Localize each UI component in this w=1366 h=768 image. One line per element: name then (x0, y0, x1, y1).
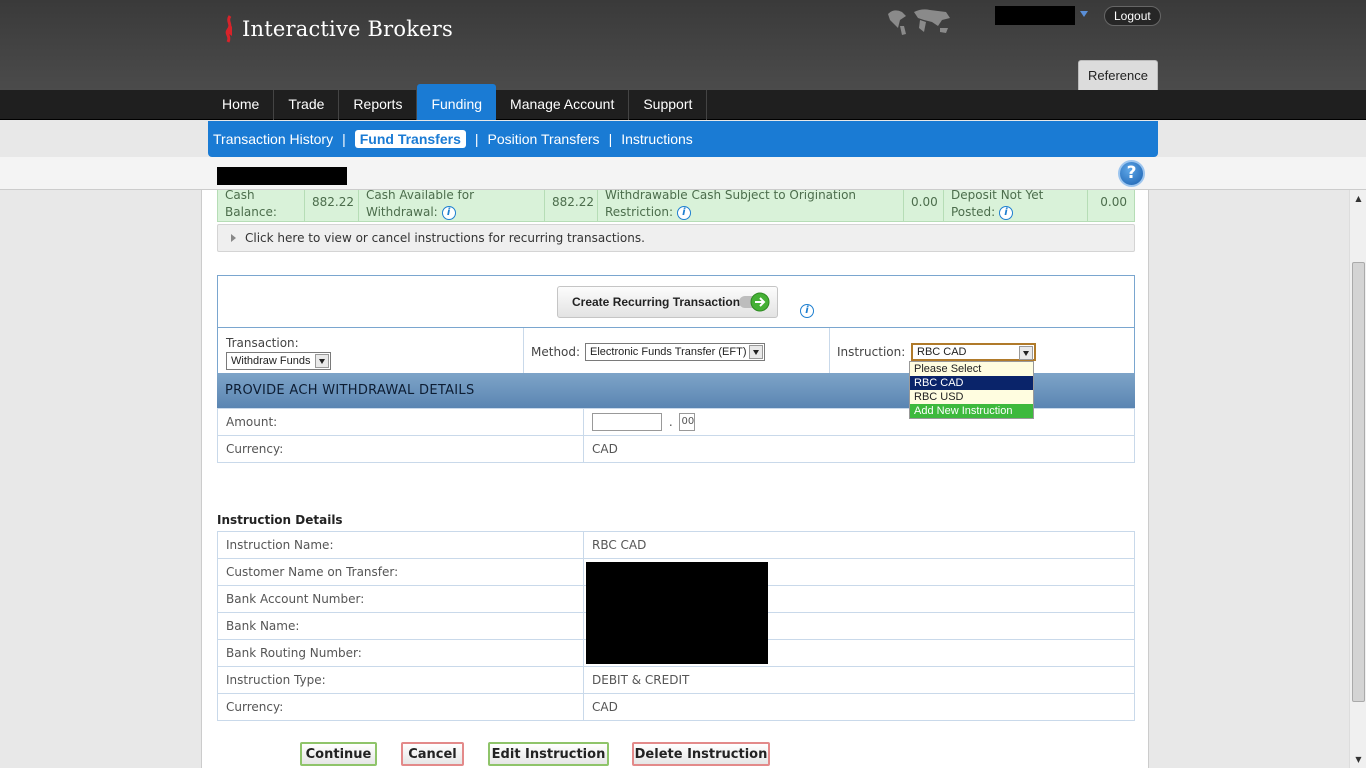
method-select[interactable]: Electronic Funds Transfer (EFT) (585, 343, 765, 361)
row-label: Bank Routing Number: (217, 639, 584, 667)
dropdown-option-rbc-cad[interactable]: RBC CAD (910, 376, 1033, 390)
subnav-separator: | (608, 131, 613, 147)
recurring-instructions-link[interactable]: Click here to view or cancel instruction… (217, 224, 1135, 252)
main-content: Cash Balance: 882.22 Cash Available for Wi… (201, 190, 1149, 768)
toggle-arrow-icon (739, 292, 770, 312)
cash-balance-label: Cash Balance: (218, 190, 305, 221)
chevron-down-icon (749, 345, 763, 359)
amount-input[interactable] (592, 413, 662, 431)
info-icon[interactable]: i (441, 205, 456, 220)
brand-name: Interactive Brokers (242, 17, 454, 41)
nav-support[interactable]: Support (629, 90, 708, 120)
row-label: Customer Name on Transfer: (217, 558, 584, 586)
info-icon[interactable]: i (800, 304, 814, 318)
world-map-icon[interactable] (884, 6, 954, 36)
transaction-cell: Transaction: Withdraw Funds (218, 328, 524, 373)
main-nav: Home Trade Reports Funding Manage Accoun… (0, 84, 1366, 120)
transaction-label: Transaction: (226, 336, 299, 350)
instruction-label: Instruction: (837, 345, 906, 359)
redacted-account-id (217, 167, 347, 185)
nav-funding[interactable]: Funding (417, 84, 497, 120)
instruction-select[interactable]: RBC CAD (911, 343, 1036, 361)
cash-balance-value: 882.22 (305, 190, 359, 221)
transaction-select[interactable]: Withdraw Funds (226, 352, 331, 370)
table-row: Currency: CAD (217, 693, 1135, 721)
cash-available-label: Cash Available for Withdrawal: i (359, 190, 545, 221)
deposit-not-posted-label: Deposit Not Yet Posted: i (944, 190, 1088, 221)
nav-manage-account[interactable]: Manage Account (496, 90, 630, 120)
cents-input[interactable]: 00 (679, 413, 696, 431)
logout-button[interactable]: Logout (1104, 6, 1161, 26)
account-dropdown-icon[interactable] (1080, 11, 1088, 17)
table-row: Instruction Type: DEBIT & CREDIT (217, 666, 1135, 694)
row-label: Bank Account Number: (217, 585, 584, 613)
top-header: Interactive Brokers Logout Reference (0, 0, 1366, 90)
balance-summary: Cash Balance: 882.22 Cash Available for Wi… (217, 190, 1135, 222)
help-icon[interactable]: ? (1118, 160, 1145, 187)
method-label: Method: (531, 345, 581, 359)
amount-cell: . 00 (583, 408, 1135, 436)
instruction-dropdown-list: Please Select RBC CAD RBC USD Add New In… (909, 361, 1034, 419)
row-label: Bank Name: (217, 612, 584, 640)
dropdown-option-rbc-usd[interactable]: RBC USD (910, 390, 1033, 404)
scroll-up-icon[interactable]: ▲ (1352, 192, 1365, 205)
nav-reports[interactable]: Reports (339, 90, 418, 120)
subnav-fund-transfers[interactable]: Fund Transfers (354, 130, 466, 148)
row-value: CAD (583, 693, 1135, 721)
row-value: RBC CAD (583, 531, 1135, 559)
info-icon[interactable]: i (676, 205, 691, 220)
row-label: Instruction Name: (217, 531, 584, 559)
chevron-down-icon (1019, 346, 1033, 360)
amount-label: Amount: (217, 408, 584, 436)
withdrawable-cash-label: Withdrawable Cash Subject to Origination… (598, 190, 904, 221)
sub-nav: Transaction History | Fund Transfers | P… (208, 121, 1158, 157)
info-icon[interactable]: i (998, 205, 1013, 220)
ib-flame-icon (225, 15, 232, 43)
table-row: Currency: CAD (217, 435, 1135, 463)
account-strip (0, 157, 1366, 190)
scroll-thumb[interactable] (1352, 262, 1365, 702)
row-label: Currency: (217, 693, 584, 721)
edit-instruction-button[interactable]: Edit Instruction (488, 742, 609, 766)
scroll-down-icon[interactable]: ▼ (1352, 753, 1365, 766)
subnav-separator: | (474, 131, 479, 147)
subnav-separator: | (342, 131, 346, 147)
continue-button[interactable]: Continue (300, 742, 377, 766)
currency-value: CAD (583, 435, 1135, 463)
subnav-instructions[interactable]: Instructions (621, 131, 693, 147)
withdrawable-cash-value: 0.00 (904, 190, 944, 221)
create-recurring-transaction-button[interactable]: Create Recurring Transaction (557, 286, 778, 318)
deposit-not-posted-value: 0.00 (1100, 195, 1127, 209)
row-label: Instruction Type: (217, 666, 584, 694)
nav-trade[interactable]: Trade (274, 90, 340, 120)
chevron-down-icon (315, 354, 329, 368)
dropdown-option-add-new-instruction[interactable]: Add New Instruction (910, 404, 1033, 418)
reference-tab[interactable]: Reference (1078, 60, 1158, 90)
brand-logo[interactable]: Interactive Brokers (222, 14, 453, 44)
delete-instruction-button[interactable]: Delete Instruction (632, 742, 770, 766)
page-scrollbar[interactable]: ▲ ▼ (1349, 190, 1366, 768)
redacted-bank-details (586, 562, 768, 664)
redacted-username[interactable] (995, 6, 1075, 25)
row-value: DEBIT & CREDIT (583, 666, 1135, 694)
cancel-button[interactable]: Cancel (401, 742, 464, 766)
nav-home[interactable]: Home (208, 90, 275, 120)
currency-label: Currency: (217, 435, 584, 463)
instruction-details-heading: Instruction Details (217, 513, 343, 527)
method-cell: Method: Electronic Funds Transfer (EFT) (524, 328, 830, 373)
subnav-transaction-history[interactable]: Transaction History (213, 131, 333, 147)
recurring-transaction-box: Create Recurring Transaction i (217, 275, 1135, 328)
table-row: Instruction Name: RBC CAD (217, 531, 1135, 559)
expand-arrow-icon (231, 234, 236, 242)
cash-available-value: 882.22 (545, 190, 598, 221)
dropdown-option-please-select[interactable]: Please Select (910, 362, 1033, 376)
subnav-position-transfers[interactable]: Position Transfers (488, 131, 600, 147)
